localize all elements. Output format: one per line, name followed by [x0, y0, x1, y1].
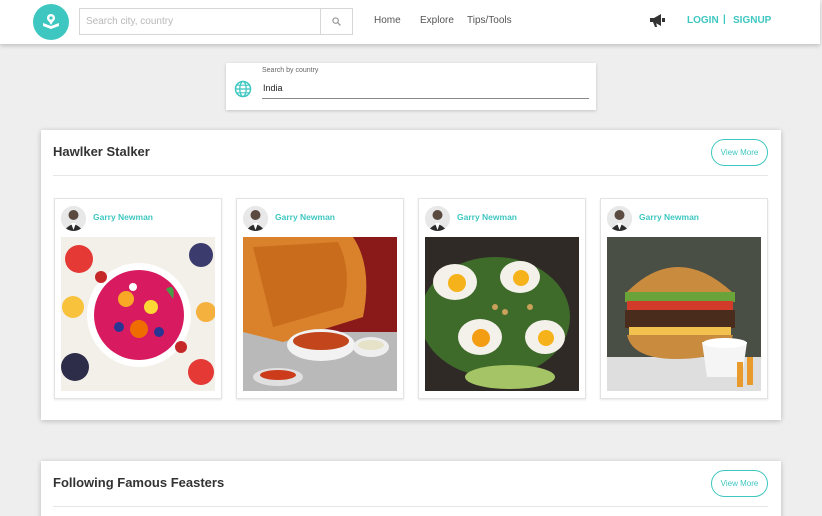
- logo[interactable]: [33, 4, 69, 40]
- hawker-stalker-section: Hawlker Stalker View More Garry Newman G…: [41, 130, 781, 420]
- city-search-input[interactable]: [80, 9, 322, 34]
- view-more-button[interactable]: View More: [711, 470, 768, 497]
- section-title: Following Famous Feasters: [53, 475, 225, 490]
- user-avatar-icon[interactable]: [607, 206, 632, 231]
- user-avatar-icon[interactable]: [243, 206, 268, 231]
- search-button[interactable]: [320, 9, 352, 34]
- city-search: [79, 8, 353, 35]
- card-username[interactable]: Garry Newman: [457, 212, 517, 222]
- food-photo[interactable]: [243, 237, 397, 391]
- card-username[interactable]: Garry Newman: [93, 212, 153, 222]
- food-post-card[interactable]: Garry Newman: [54, 198, 222, 399]
- auth-separator: |: [723, 14, 726, 25]
- section-title: Hawlker Stalker: [53, 144, 150, 159]
- card-username[interactable]: Garry Newman: [639, 212, 699, 222]
- food-photo[interactable]: [425, 237, 579, 391]
- food-photo[interactable]: [61, 237, 215, 391]
- food-post-card[interactable]: Garry Newman: [236, 198, 404, 399]
- user-avatar-icon[interactable]: [425, 206, 450, 231]
- food-photo[interactable]: [607, 237, 761, 391]
- country-search-box: Search by country: [226, 63, 596, 110]
- food-post-card[interactable]: Garry Newman: [600, 198, 768, 399]
- nav-home-link[interactable]: Home: [374, 15, 401, 26]
- top-navigation-bar: Home Explore Tips/Tools LOGIN | SIGNUP: [0, 0, 820, 44]
- view-more-button[interactable]: View More: [711, 139, 768, 166]
- famous-feasters-section: Following Famous Feasters View More: [41, 461, 781, 516]
- nav-tips-tools-link[interactable]: Tips/Tools: [467, 15, 512, 26]
- nav-explore-link[interactable]: Explore: [420, 15, 454, 26]
- megaphone-icon[interactable]: [649, 13, 666, 33]
- login-link[interactable]: LOGIN: [687, 15, 719, 26]
- food-post-card[interactable]: Garry Newman: [418, 198, 586, 399]
- section-divider: [53, 175, 768, 176]
- signup-link[interactable]: SIGNUP: [733, 15, 771, 26]
- section-divider: [53, 506, 768, 507]
- country-search-label: Search by country: [262, 67, 319, 74]
- card-username[interactable]: Garry Newman: [275, 212, 335, 222]
- country-search-input[interactable]: [262, 78, 589, 99]
- globe-icon: [234, 80, 252, 103]
- user-avatar-icon[interactable]: [61, 206, 86, 231]
